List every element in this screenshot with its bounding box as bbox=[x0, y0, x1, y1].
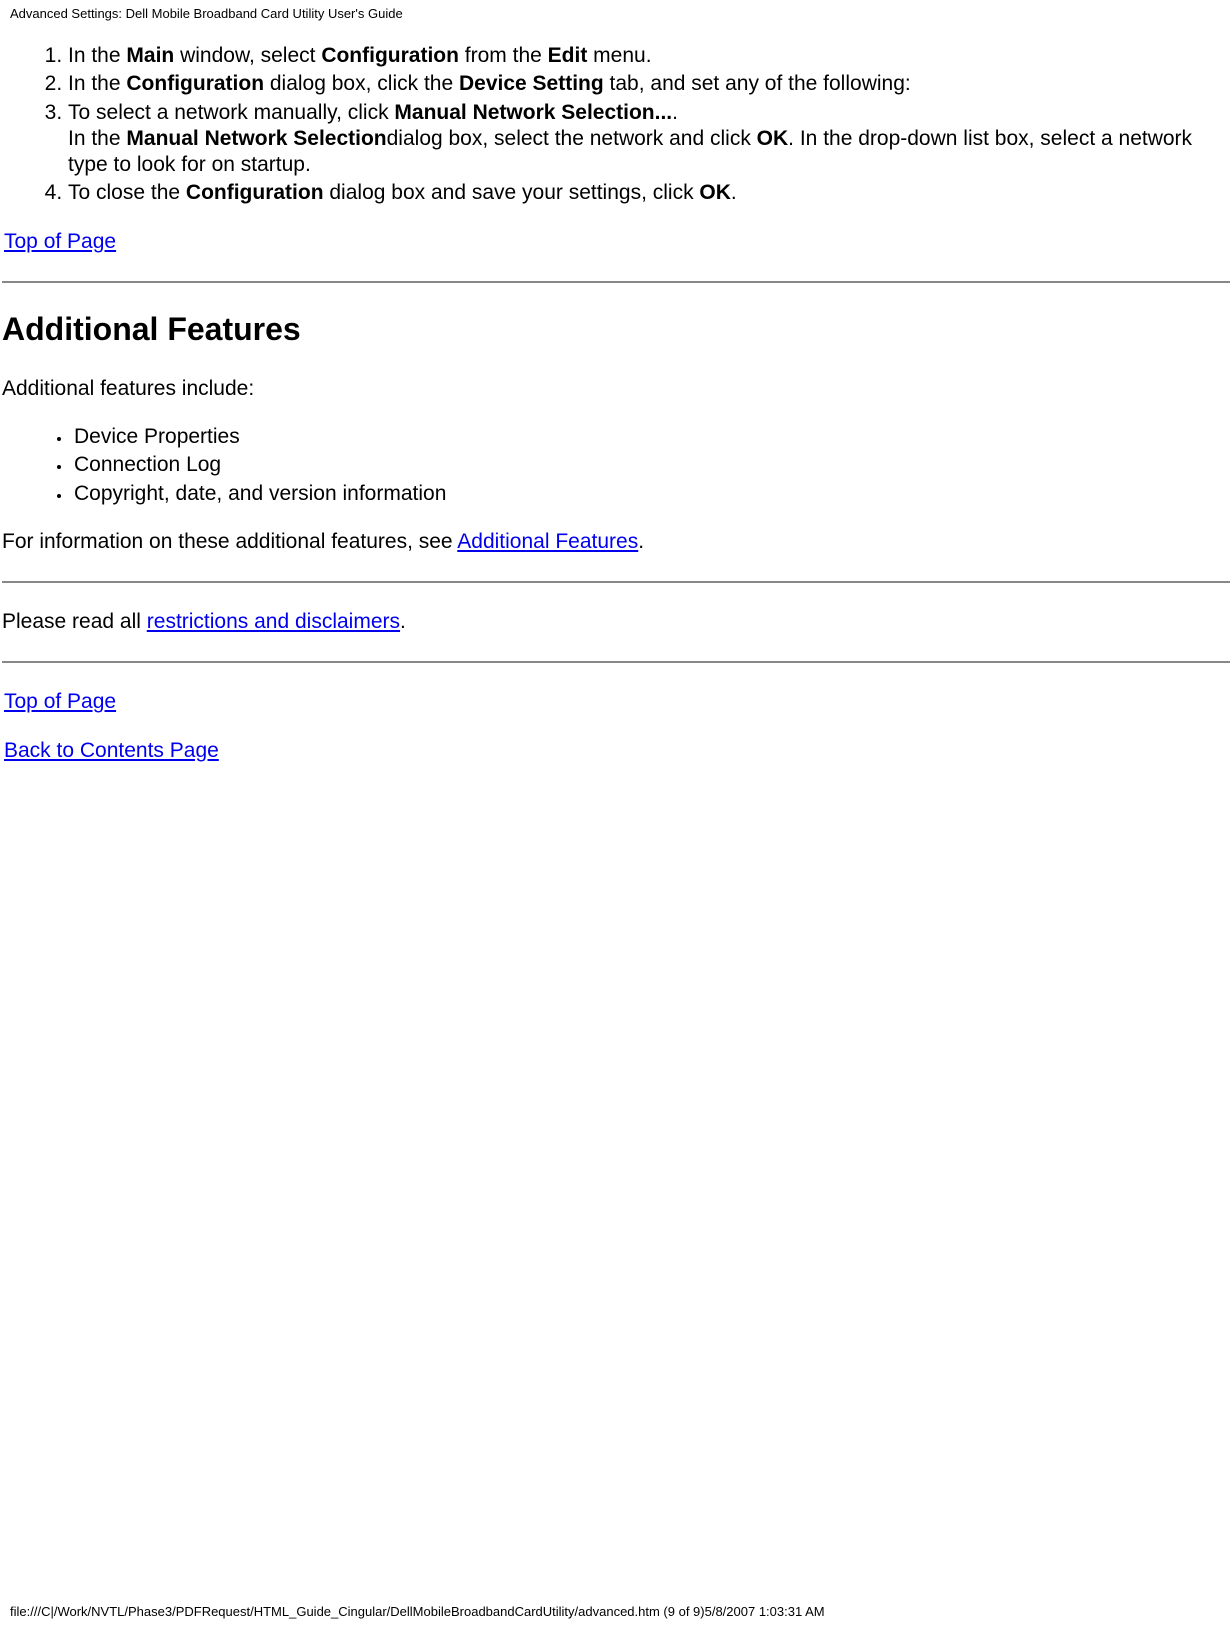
bold: Configuration bbox=[186, 181, 324, 204]
text: tab, and set any of the following: bbox=[604, 72, 911, 95]
text: dialog box, click the bbox=[264, 72, 459, 95]
text: menu. bbox=[587, 44, 651, 67]
text: In the bbox=[68, 127, 126, 150]
list-item: Connection Log bbox=[72, 452, 1232, 478]
text: For information on these additional feat… bbox=[2, 530, 457, 553]
instruction-list: In the Main window, select Configuration… bbox=[0, 43, 1232, 207]
step-4: To close the Configuration dialog box an… bbox=[68, 180, 1232, 206]
bold: Manual Network Selection bbox=[126, 127, 386, 150]
divider bbox=[2, 661, 1230, 663]
main-content: In the Main window, select Configuration… bbox=[0, 43, 1232, 764]
bold: Configuration bbox=[126, 72, 264, 95]
bold: Main bbox=[126, 44, 174, 67]
text: In the bbox=[68, 44, 126, 67]
restrictions-paragraph: Please read all restrictions and disclai… bbox=[2, 609, 1232, 635]
text: . bbox=[731, 181, 737, 204]
text: To close the bbox=[68, 181, 186, 204]
bold: Device Setting bbox=[459, 72, 604, 95]
text: . bbox=[400, 610, 406, 633]
text: window, select bbox=[174, 44, 321, 67]
page-header: Advanced Settings: Dell Mobile Broadband… bbox=[0, 0, 1232, 21]
bold: Configuration bbox=[321, 44, 459, 67]
feature-list: Device Properties Connection Log Copyrig… bbox=[0, 424, 1232, 507]
step-2: In the Configuration dialog box, click t… bbox=[68, 71, 1232, 97]
divider bbox=[2, 281, 1230, 283]
text: from the bbox=[459, 44, 548, 67]
bold: OK bbox=[757, 127, 789, 150]
text: dialog box, select the network and click bbox=[387, 127, 757, 150]
top-of-page-link[interactable]: Top of Page bbox=[4, 230, 116, 253]
top-of-page-link-2-wrapper: Top of Page bbox=[2, 689, 1232, 715]
page-footer: file:///C|/Work/NVTL/Phase3/PDFRequest/H… bbox=[0, 1604, 835, 1627]
list-item: Device Properties bbox=[72, 424, 1232, 450]
back-to-contents-link[interactable]: Back to Contents Page bbox=[4, 739, 219, 762]
text: dialog box and save your settings, click bbox=[324, 181, 700, 204]
text: . bbox=[672, 101, 678, 124]
step-1: In the Main window, select Configuration… bbox=[68, 43, 1232, 69]
text: In the bbox=[68, 72, 126, 95]
additional-features-link[interactable]: Additional Features bbox=[457, 530, 638, 553]
additional-intro: Additional features include: bbox=[2, 376, 1232, 402]
back-to-contents-wrapper: Back to Contents Page bbox=[2, 738, 1232, 764]
text: Please read all bbox=[2, 610, 147, 633]
bold: Edit bbox=[548, 44, 588, 67]
see-info-paragraph: For information on these additional feat… bbox=[2, 529, 1232, 555]
bold: Manual Network Selection... bbox=[394, 101, 672, 124]
divider bbox=[2, 581, 1230, 583]
top-of-page-link-1-wrapper: Top of Page bbox=[2, 229, 1232, 255]
bold: OK bbox=[699, 181, 731, 204]
step-3: To select a network manually, click Manu… bbox=[68, 100, 1232, 179]
text: . bbox=[638, 530, 644, 553]
list-item: Copyright, date, and version information bbox=[72, 481, 1232, 507]
text: To select a network manually, click bbox=[68, 101, 394, 124]
top-of-page-link[interactable]: Top of Page bbox=[4, 690, 116, 713]
section-heading-additional-features: Additional Features bbox=[0, 311, 1232, 348]
restrictions-link[interactable]: restrictions and disclaimers bbox=[147, 610, 400, 633]
